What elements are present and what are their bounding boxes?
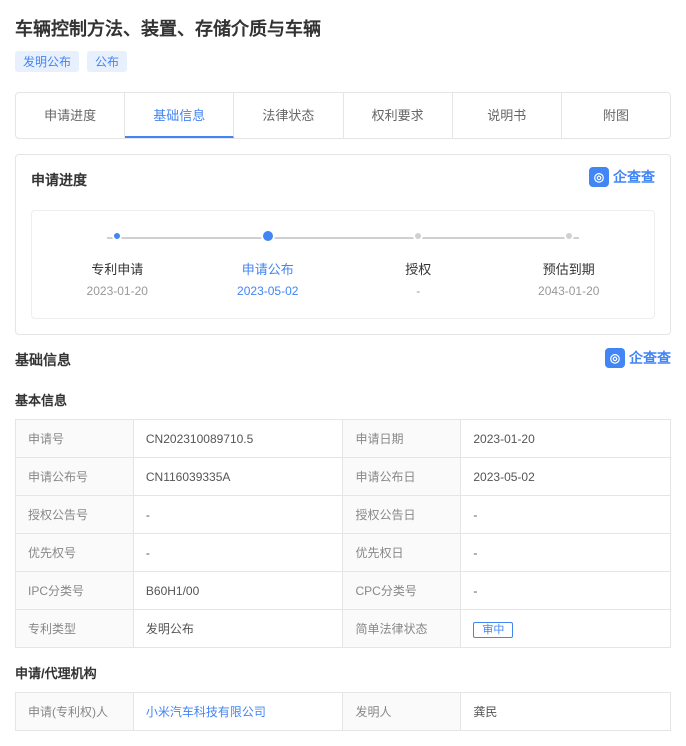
progress-title: 申请进度 — [31, 170, 655, 190]
table-row: 申请公布号CN116039335A申请公布日2023-05-02 — [16, 458, 671, 496]
step-expire: 预估到期 2043-01-20 — [494, 231, 645, 298]
sub-basic: 基本信息 — [15, 390, 671, 409]
cell-label: CPC分类号 — [343, 572, 461, 610]
tab-basic[interactable]: 基础信息 — [125, 93, 234, 138]
applicant-link[interactable]: 小米汽车科技有限公司 — [146, 705, 266, 719]
agency-table: 申请(专利权)人小米汽车科技有限公司 发明人龚民 — [15, 692, 671, 731]
cell-value: 发明公布 — [133, 610, 343, 648]
tag-row: 发明公布 公布 — [15, 51, 671, 72]
step-date: 2023-01-20 — [42, 284, 193, 298]
progress-section: 申请进度 ◎ 企查查 专利申请 2023-01-20 申请公布 2023-05-… — [15, 154, 671, 335]
dot-icon — [564, 231, 574, 241]
step-label: 授权 — [343, 259, 494, 278]
cell-label: 申请号 — [16, 420, 134, 458]
tab-legal[interactable]: 法律状态 — [234, 93, 343, 138]
tab-bar: 申请进度 基础信息 法律状态 权利要求 说明书 附图 — [15, 92, 671, 139]
cell-label: 申请公布号 — [16, 458, 134, 496]
brand-logo: ◎ 企查查 — [605, 348, 671, 368]
cell-value: - — [461, 572, 671, 610]
tab-spec[interactable]: 说明书 — [453, 93, 562, 138]
step-date: 2043-01-20 — [494, 284, 645, 298]
status-badge[interactable]: 审中 — [473, 622, 513, 638]
basic-title: 基础信息 — [15, 350, 671, 370]
cell-label: 申请公布日 — [343, 458, 461, 496]
step-grant: 授权 - — [343, 231, 494, 298]
step-apply: 专利申请 2023-01-20 — [42, 231, 193, 298]
cell-label: 优先权号 — [16, 534, 134, 572]
cell-value: - — [461, 496, 671, 534]
table-row: 申请(专利权)人小米汽车科技有限公司 发明人龚民 — [16, 693, 671, 731]
table-row: IPC分类号B60H1/00CPC分类号- — [16, 572, 671, 610]
cell-label: 授权公告日 — [343, 496, 461, 534]
page-title: 车辆控制方法、装置、存储介质与车辆 — [15, 15, 671, 41]
cell-value: - — [461, 534, 671, 572]
cell-value: B60H1/00 — [133, 572, 343, 610]
step-date: - — [343, 284, 494, 298]
cell-label: 优先权日 — [343, 534, 461, 572]
tab-progress[interactable]: 申请进度 — [16, 93, 125, 138]
timeline: 专利申请 2023-01-20 申请公布 2023-05-02 授权 - 预估到… — [31, 210, 655, 319]
basic-table: 申请号CN202310089710.5申请日期2023-01-20 申请公布号C… — [15, 419, 671, 648]
sub-agency: 申请/代理机构 — [15, 663, 671, 682]
basic-section: 基础信息 ◎ 企查查 基本信息 申请号CN202310089710.5申请日期2… — [15, 350, 671, 731]
logo-text: 企查查 — [629, 348, 671, 368]
cell-value: 审中 — [461, 610, 671, 648]
cell-label: 简单法律状态 — [343, 610, 461, 648]
dot-icon — [112, 231, 122, 241]
cell-value: CN116039335A — [133, 458, 343, 496]
logo-icon: ◎ — [589, 167, 609, 187]
table-row: 申请号CN202310089710.5申请日期2023-01-20 — [16, 420, 671, 458]
cell-value: - — [133, 534, 343, 572]
cell-value: 小米汽车科技有限公司 — [133, 693, 343, 731]
logo-text: 企查查 — [613, 167, 655, 187]
cell-value: 2023-01-20 — [461, 420, 671, 458]
logo-icon: ◎ — [605, 348, 625, 368]
step-label: 申请公布 — [193, 259, 344, 278]
step-publish: 申请公布 2023-05-02 — [193, 231, 344, 298]
table-row: 专利类型发明公布简单法律状态审中 — [16, 610, 671, 648]
cell-label: 发明人 — [343, 693, 461, 731]
tab-drawings[interactable]: 附图 — [562, 93, 670, 138]
cell-label: 授权公告号 — [16, 496, 134, 534]
cell-label: 专利类型 — [16, 610, 134, 648]
cell-value: CN202310089710.5 — [133, 420, 343, 458]
table-row: 优先权号-优先权日- — [16, 534, 671, 572]
cell-value: 龚民 — [461, 693, 671, 731]
tab-claims[interactable]: 权利要求 — [344, 93, 453, 138]
cell-value: 2023-05-02 — [461, 458, 671, 496]
brand-logo: ◎ 企查查 — [589, 167, 655, 187]
step-date: 2023-05-02 — [193, 284, 344, 298]
step-label: 预估到期 — [494, 259, 645, 278]
cell-label: 申请(专利权)人 — [16, 693, 134, 731]
table-row: 授权公告号-授权公告日- — [16, 496, 671, 534]
cell-label: IPC分类号 — [16, 572, 134, 610]
cell-value: - — [133, 496, 343, 534]
tag-status: 发明公布 — [15, 51, 79, 72]
cell-label: 申请日期 — [343, 420, 461, 458]
dot-icon — [413, 231, 423, 241]
step-label: 专利申请 — [42, 259, 193, 278]
tag-publish: 公布 — [87, 51, 127, 72]
dot-icon — [261, 229, 275, 243]
